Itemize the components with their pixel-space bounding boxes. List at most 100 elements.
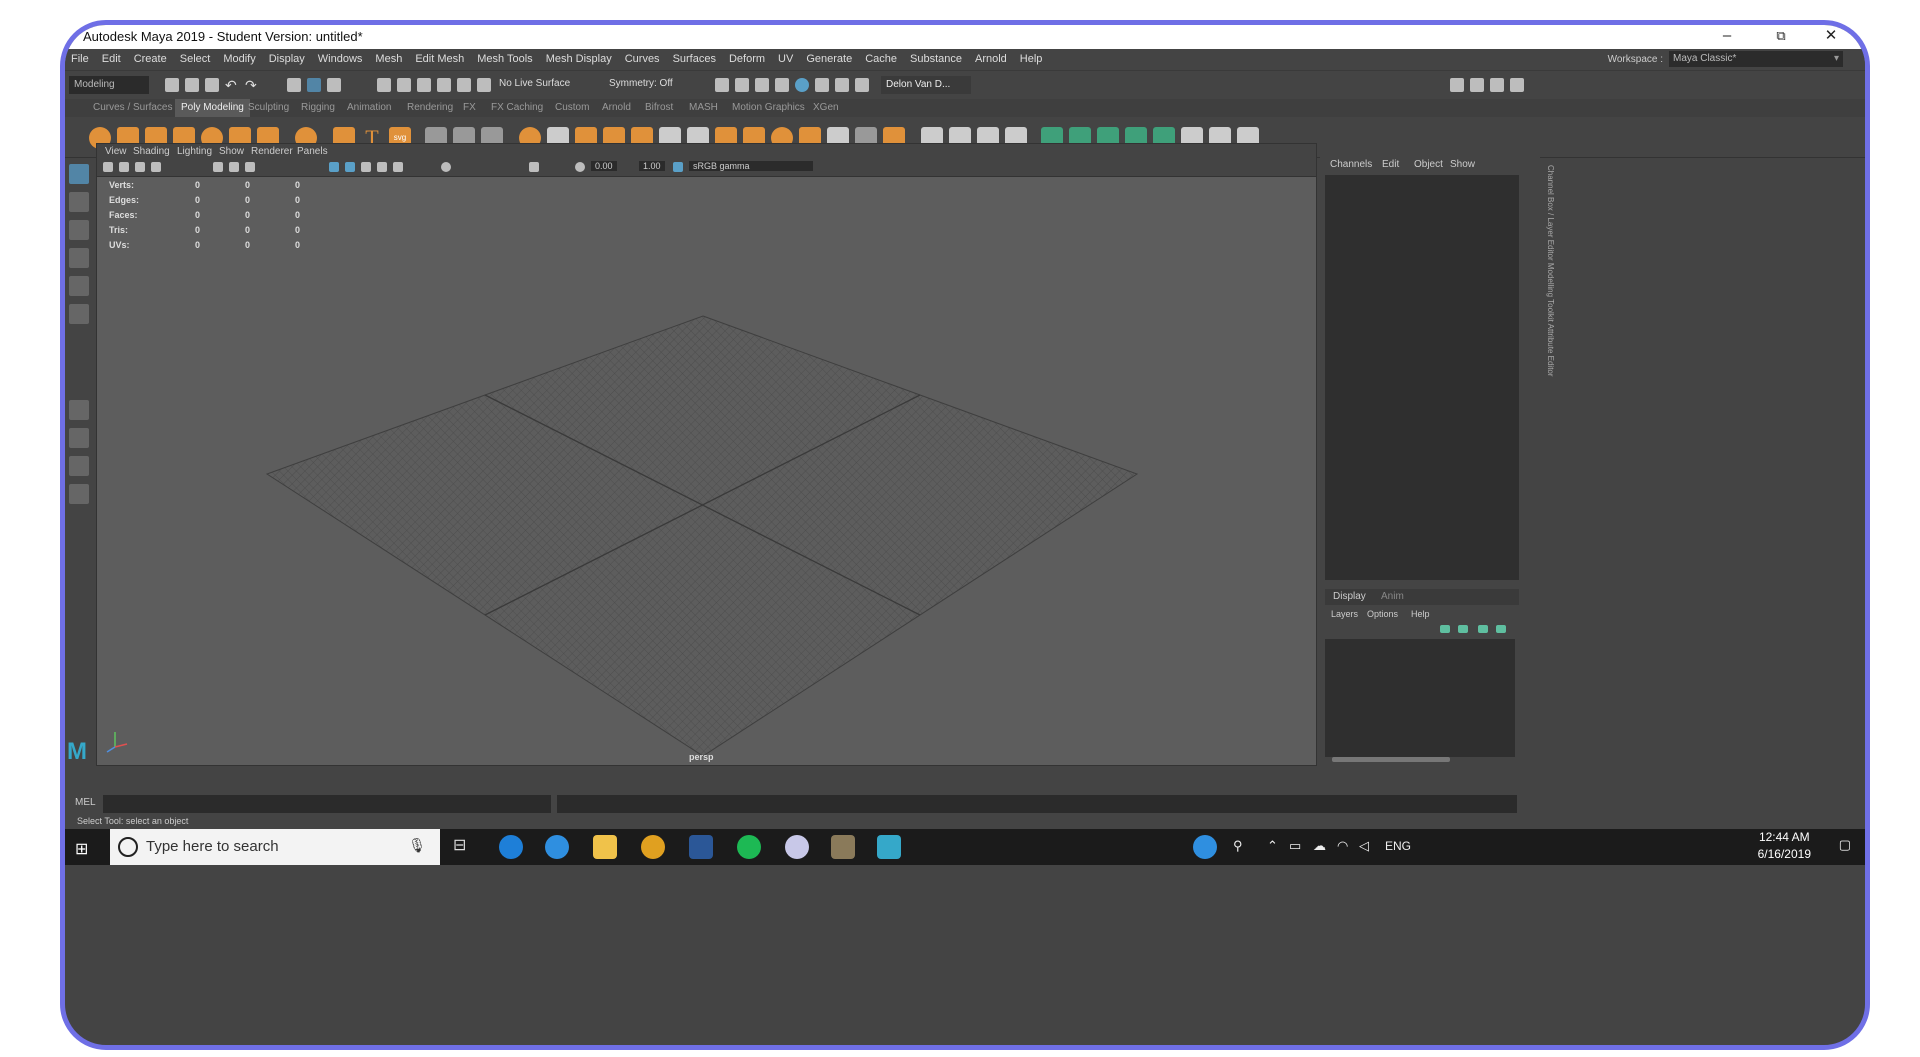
- layer-list[interactable]: [1325, 639, 1515, 757]
- microphone-icon[interactable]: 🎙: [408, 837, 426, 854]
- shelf-tab-animation[interactable]: Animation: [347, 102, 391, 113]
- attribute-editor-icon[interactable]: [1470, 78, 1484, 92]
- shelf-tab-bifrost[interactable]: Bifrost: [645, 102, 673, 113]
- move-tool-icon[interactable]: [69, 248, 89, 268]
- menu-item-edit[interactable]: Edit: [102, 53, 121, 65]
- windows-start-icon[interactable]: ⊞: [75, 839, 88, 859]
- paint-select-tool-icon[interactable]: [69, 220, 89, 240]
- shelf-tab-xgen[interactable]: XGen: [813, 102, 839, 113]
- lasso-tool-icon[interactable]: [69, 192, 89, 212]
- menu-item-generate[interactable]: Generate: [806, 53, 852, 65]
- move-layer-down-icon[interactable]: [1458, 625, 1468, 633]
- command-input[interactable]: [103, 795, 551, 813]
- language-indicator[interactable]: ENG: [1385, 839, 1411, 853]
- select-by-component-icon[interactable]: [327, 78, 341, 92]
- snap-live-icon[interactable]: [457, 78, 471, 92]
- rotate-tool-icon[interactable]: [69, 276, 89, 296]
- menu-item-curves[interactable]: Curves: [625, 53, 660, 65]
- edge-icon[interactable]: [499, 835, 523, 859]
- menu-item-cache[interactable]: Cache: [865, 53, 897, 65]
- layer-menu-options[interactable]: Options: [1367, 609, 1398, 619]
- layer-scrollbar[interactable]: [1332, 757, 1450, 762]
- layer-tab-anim[interactable]: Anim: [1381, 591, 1404, 602]
- file-explorer-icon[interactable]: [593, 835, 617, 859]
- undo-icon[interactable]: ↶: [225, 78, 239, 92]
- light-editor-icon[interactable]: [835, 78, 849, 92]
- render-setup-icon[interactable]: [815, 78, 829, 92]
- snap-view-plane-icon[interactable]: [437, 78, 451, 92]
- shelf-tab-motion-graphics[interactable]: Motion Graphics: [732, 102, 805, 113]
- modeling-toolkit-icon[interactable]: [1450, 78, 1464, 92]
- shelf-tab-mash[interactable]: MASH: [689, 102, 718, 113]
- help-icon[interactable]: [1193, 835, 1217, 859]
- task-view-icon[interactable]: ⊟: [453, 835, 477, 859]
- snap-curve-icon[interactable]: [397, 78, 411, 92]
- save-scene-icon[interactable]: [205, 78, 219, 92]
- wifi-icon[interactable]: ◠: [1337, 838, 1348, 854]
- menu-item-select[interactable]: Select: [180, 53, 211, 65]
- snap-point-icon[interactable]: [417, 78, 431, 92]
- notifications-icon[interactable]: ▢: [1839, 837, 1851, 853]
- channel-box-area[interactable]: [1325, 175, 1519, 580]
- close-button[interactable]: ✕: [1811, 25, 1851, 47]
- select-by-hierarchy-icon[interactable]: [287, 78, 301, 92]
- volume-icon[interactable]: ◁: [1359, 838, 1369, 854]
- taskbar-search[interactable]: Type here to search 🎙: [110, 829, 440, 865]
- layer-menu-layers[interactable]: Layers: [1331, 609, 1358, 619]
- menu-item-mesh[interactable]: Mesh: [375, 53, 402, 65]
- menu-item-edit-mesh[interactable]: Edit Mesh: [415, 53, 464, 65]
- channel-box-menu-edit[interactable]: Edit: [1382, 159, 1399, 170]
- menu-item-deform[interactable]: Deform: [729, 53, 765, 65]
- paint-icon[interactable]: [785, 835, 809, 859]
- menu-item-display[interactable]: Display: [269, 53, 305, 65]
- four-view-layout-icon[interactable]: [69, 428, 89, 448]
- render-settings-icon[interactable]: [755, 78, 769, 92]
- channel-box-menu-object[interactable]: Object: [1414, 159, 1443, 170]
- shelf-tab-fx[interactable]: FX: [463, 102, 476, 113]
- tool-settings-icon[interactable]: [1490, 78, 1504, 92]
- menu-item-uv[interactable]: UV: [778, 53, 793, 65]
- scale-tool-icon[interactable]: [69, 304, 89, 324]
- workspace-dropdown[interactable]: Maya Classic*: [1669, 51, 1843, 67]
- spotify-icon[interactable]: [737, 835, 761, 859]
- search-input[interactable]: Type here to search: [146, 838, 279, 855]
- move-layer-up-icon[interactable]: [1440, 625, 1450, 633]
- shelf-tab-rigging[interactable]: Rigging: [301, 102, 335, 113]
- channel-box-menu-channels[interactable]: Channels: [1330, 159, 1372, 170]
- select-by-object-icon[interactable]: [307, 78, 321, 92]
- select-tool-icon[interactable]: [69, 164, 89, 184]
- tray-expand-icon[interactable]: ⌃: [1267, 838, 1278, 854]
- pause-viewport-icon[interactable]: [855, 78, 869, 92]
- shelf-tab-arnold[interactable]: Arnold: [602, 102, 631, 113]
- restore-button[interactable]: ⧉: [1761, 25, 1801, 47]
- hypershade-icon[interactable]: [775, 78, 789, 92]
- new-scene-icon[interactable]: [165, 78, 179, 92]
- shelf-tab-sculpting[interactable]: Sculpting: [248, 102, 289, 113]
- channel-box-menu-show[interactable]: Show: [1450, 159, 1475, 170]
- battery-icon[interactable]: ▭: [1289, 838, 1301, 854]
- single-perspective-layout-icon[interactable]: [69, 400, 89, 420]
- new-layer-selected-icon[interactable]: [1496, 625, 1506, 633]
- snap-options-icon[interactable]: [477, 78, 491, 92]
- menu-item-substance[interactable]: Substance: [910, 53, 962, 65]
- menu-item-mesh-tools[interactable]: Mesh Tools: [477, 53, 532, 65]
- photos-icon[interactable]: [831, 835, 855, 859]
- menu-item-create[interactable]: Create: [134, 53, 167, 65]
- onedrive-icon[interactable]: ☁: [1313, 838, 1326, 854]
- outliner-icon[interactable]: [69, 484, 89, 504]
- snap-grid-icon[interactable]: [377, 78, 391, 92]
- menuset-dropdown[interactable]: Modeling: [69, 76, 149, 94]
- menu-item-modify[interactable]: Modify: [223, 53, 255, 65]
- shelf-tab-curves-surfaces[interactable]: Curves / Surfaces: [93, 102, 172, 113]
- internet-explorer-icon[interactable]: [545, 835, 569, 859]
- menu-item-arnold[interactable]: Arnold: [975, 53, 1007, 65]
- side-panel-tabs[interactable]: Channel Box / Layer Editor Modelling Too…: [1543, 165, 1555, 465]
- menu-item-help[interactable]: Help: [1020, 53, 1043, 65]
- channel-box-icon[interactable]: [1510, 78, 1524, 92]
- ipr-render-icon[interactable]: [735, 78, 749, 92]
- shelf-tab-fx-caching[interactable]: FX Caching: [491, 102, 543, 113]
- render-current-frame-icon[interactable]: [715, 78, 729, 92]
- viewport-panel[interactable]: View Shading Lighting Show Renderer Panels 0.…: [96, 143, 1317, 766]
- chrome-icon[interactable]: [641, 835, 665, 859]
- layer-tab-display[interactable]: Display: [1333, 591, 1366, 602]
